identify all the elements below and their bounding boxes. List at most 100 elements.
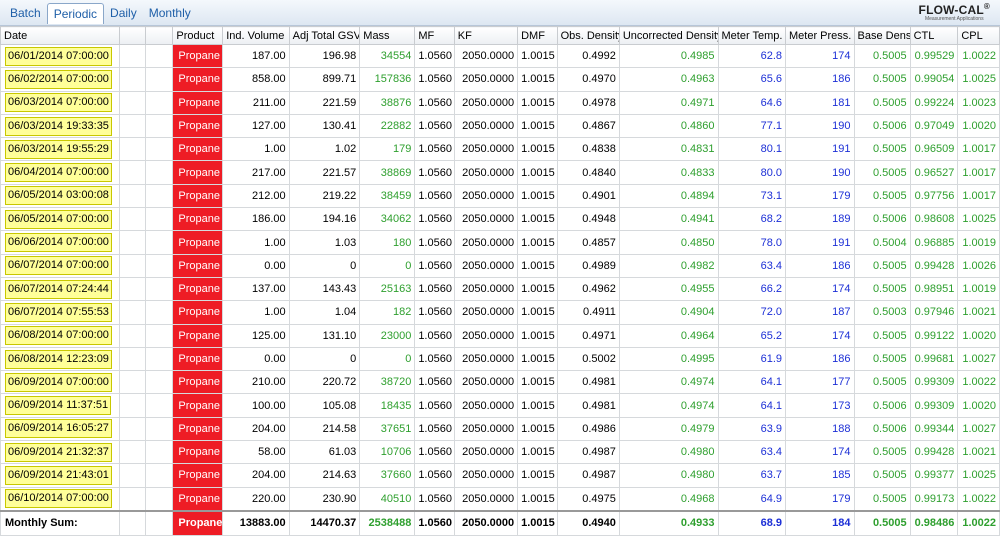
column-header-13[interactable]: Meter Press. [785, 26, 855, 45]
column-header-10[interactable]: Obs. Density [556, 26, 620, 45]
column-header-16[interactable]: CPL [957, 26, 1000, 45]
product-cell: Propane [172, 393, 224, 418]
table-row[interactable]: 06/09/2014 21:32:37 Propane 58.00 61.03 1070… [0, 440, 1000, 465]
summary-row[interactable]: Monthly Sum: Propane 13883.00 14470.37 25384… [0, 509, 1000, 536]
cell-base-density: 0.5005 [853, 183, 911, 209]
cell-base-density: 0.5005 [853, 67, 911, 92]
date-field[interactable]: 06/04/2014 07:00:00 [5, 163, 112, 183]
date-field[interactable]: 06/10/2014 07:00:00 [5, 489, 112, 509]
table-row[interactable]: 06/08/2014 12:23:09 Propane 0.00 0 0 1.0560 20… [0, 346, 1000, 372]
date-field[interactable]: 06/08/2014 07:00:00 [5, 326, 112, 346]
cell-uncorrected-density: 0.4941 [618, 207, 719, 232]
table-row[interactable]: 06/07/2014 07:00:00 Propane 0.00 0 0 1.0560 20… [0, 253, 1000, 278]
table-row[interactable]: 06/03/2014 19:55:29 Propane 1.00 1.02 179 1.0… [0, 137, 1000, 162]
table-row[interactable]: 06/03/2014 19:33:35 Propane 127.00 130.41 22… [0, 113, 1000, 139]
tab-monthly[interactable]: Monthly [143, 3, 197, 24]
column-header-2[interactable] [145, 26, 174, 45]
cell-dmf: 1.0015 [517, 276, 558, 302]
table-row[interactable]: 06/02/2014 07:00:00 Propane 858.00 899.71 15… [0, 67, 1000, 92]
column-header-3[interactable]: Product [172, 26, 224, 45]
date-field[interactable]: 06/09/2014 16:05:27 [5, 419, 112, 439]
table-body: 06/01/2014 07:00:00 Propane 187.00 196.98 34… [0, 43, 1000, 536]
table-row[interactable]: 06/09/2014 07:00:00 Propane 210.00 220.72 38… [0, 370, 1000, 395]
cell-mf: 1.0560 [414, 160, 455, 185]
column-header-15[interactable]: CTL [909, 26, 959, 45]
cell-ind-volume: 13883.00 [222, 509, 290, 536]
cell-kf: 2050.0000 [453, 370, 519, 395]
cell-obs-density: 0.5002 [556, 346, 620, 372]
date-field[interactable]: 06/03/2014 19:33:35 [5, 116, 112, 136]
date-cell: 06/03/2014 19:33:35 [0, 113, 121, 139]
cell-cpl: 1.0017 [957, 160, 1000, 185]
cell-dmf: 1.0015 [517, 463, 558, 488]
cell-kf: 2050.0000 [453, 300, 519, 325]
date-field[interactable]: 06/05/2014 07:00:00 [5, 209, 112, 229]
cell-mf: 1.0560 [414, 137, 455, 162]
cell-base-density: 0.5005 [853, 440, 911, 465]
cell-meter-temp: 72.0 [717, 300, 786, 325]
cell-uncorrected-density: 0.4964 [618, 323, 719, 348]
tab-periodic[interactable]: Periodic [46, 3, 105, 24]
table-row[interactable]: 06/01/2014 07:00:00 Propane 187.00 196.98 34… [0, 43, 1000, 69]
column-header-7[interactable]: MF [414, 26, 455, 45]
column-header-4[interactable]: Ind. Volume [222, 26, 290, 45]
table-row[interactable]: 06/09/2014 16:05:27 Propane 204.00 214.58 37… [0, 416, 1000, 442]
blank-cell [145, 43, 174, 69]
column-header-6[interactable]: Mass [359, 26, 416, 45]
cell-meter-temp: 68.2 [717, 207, 786, 232]
cell-obs-density: 0.4970 [556, 67, 620, 92]
table-row[interactable]: 06/06/2014 07:00:00 Propane 1.00 1.03 180 1.0… [0, 230, 1000, 255]
table-row[interactable]: 06/07/2014 07:55:53 Propane 1.00 1.04 182 1.0… [0, 300, 1000, 325]
date-field[interactable]: 06/02/2014 07:00:00 [5, 69, 112, 89]
blank-cell [119, 486, 147, 512]
column-header-1[interactable] [119, 26, 147, 45]
column-header-11[interactable]: Uncorrected Density [618, 26, 719, 45]
date-field[interactable]: 06/09/2014 11:37:51 [5, 396, 112, 416]
cell-ctl: 0.96527 [909, 160, 959, 185]
date-field[interactable]: 06/03/2014 07:00:00 [5, 93, 112, 113]
table-row[interactable]: 06/04/2014 07:00:00 Propane 217.00 221.57 38… [0, 160, 1000, 185]
tab-daily[interactable]: Daily [104, 3, 143, 24]
cell-ctl: 0.99377 [909, 463, 959, 488]
date-field[interactable]: 06/09/2014 21:43:01 [5, 465, 112, 485]
column-header-9[interactable]: DMF [517, 26, 558, 45]
table-row[interactable]: 06/03/2014 07:00:00 Propane 211.00 221.59 38… [0, 90, 1000, 115]
column-header-5[interactable]: Adj Total GSV [288, 26, 361, 45]
tab-batch[interactable]: Batch [4, 3, 47, 24]
date-field[interactable]: 06/09/2014 21:32:37 [5, 442, 112, 462]
date-field[interactable]: 06/03/2014 19:55:29 [5, 139, 112, 159]
date-field[interactable]: 06/07/2014 07:24:44 [5, 279, 112, 299]
date-field[interactable]: 06/08/2014 12:23:09 [5, 349, 112, 369]
date-field[interactable]: 06/06/2014 07:00:00 [5, 233, 112, 253]
cell-cpl: 1.0020 [957, 393, 1000, 418]
blank-cell [119, 276, 147, 302]
cell-kf: 2050.0000 [453, 43, 519, 69]
table-row[interactable]: 06/07/2014 07:24:44 Propane 137.00 143.43 25… [0, 276, 1000, 302]
table-row[interactable]: 06/09/2014 11:37:51 Propane 100.00 105.08 18… [0, 393, 1000, 418]
blank-cell [119, 253, 147, 278]
date-field[interactable]: 06/07/2014 07:00:00 [5, 256, 112, 276]
column-header-0[interactable]: Date [0, 26, 121, 45]
cell-dmf: 1.0015 [517, 509, 558, 536]
table-row[interactable]: 06/10/2014 07:00:00 Propane 220.00 230.90 40… [0, 486, 1000, 512]
date-field[interactable]: 06/01/2014 07:00:00 [5, 46, 112, 66]
column-header-14[interactable]: Base Density [853, 26, 911, 45]
blank-cell [119, 509, 147, 536]
cell-obs-density: 0.4911 [556, 300, 620, 325]
table-row[interactable]: 06/05/2014 07:00:00 Propane 186.00 194.16 34… [0, 207, 1000, 232]
date-field[interactable]: 06/07/2014 07:55:53 [5, 302, 112, 322]
cell-meter-press: 191 [785, 230, 855, 255]
date-field[interactable]: 06/05/2014 03:00:08 [5, 186, 112, 206]
table-row[interactable]: 06/08/2014 07:00:00 Propane 125.00 131.10 23… [0, 323, 1000, 348]
blank-cell [145, 207, 174, 232]
column-header-8[interactable]: KF [453, 26, 519, 45]
cell-obs-density: 0.4975 [556, 486, 620, 512]
cell-uncorrected-density: 0.4894 [618, 183, 719, 209]
column-header-12[interactable]: Meter Temp. [717, 26, 786, 45]
cell-obs-density: 0.4901 [556, 183, 620, 209]
table-row[interactable]: 06/09/2014 21:43:01 Propane 204.00 214.63 37… [0, 463, 1000, 488]
blank-cell [145, 300, 174, 325]
cell-cpl: 1.0017 [957, 137, 1000, 162]
table-row[interactable]: 06/05/2014 03:00:08 Propane 212.00 219.22 38… [0, 183, 1000, 209]
date-field[interactable]: 06/09/2014 07:00:00 [5, 372, 112, 392]
